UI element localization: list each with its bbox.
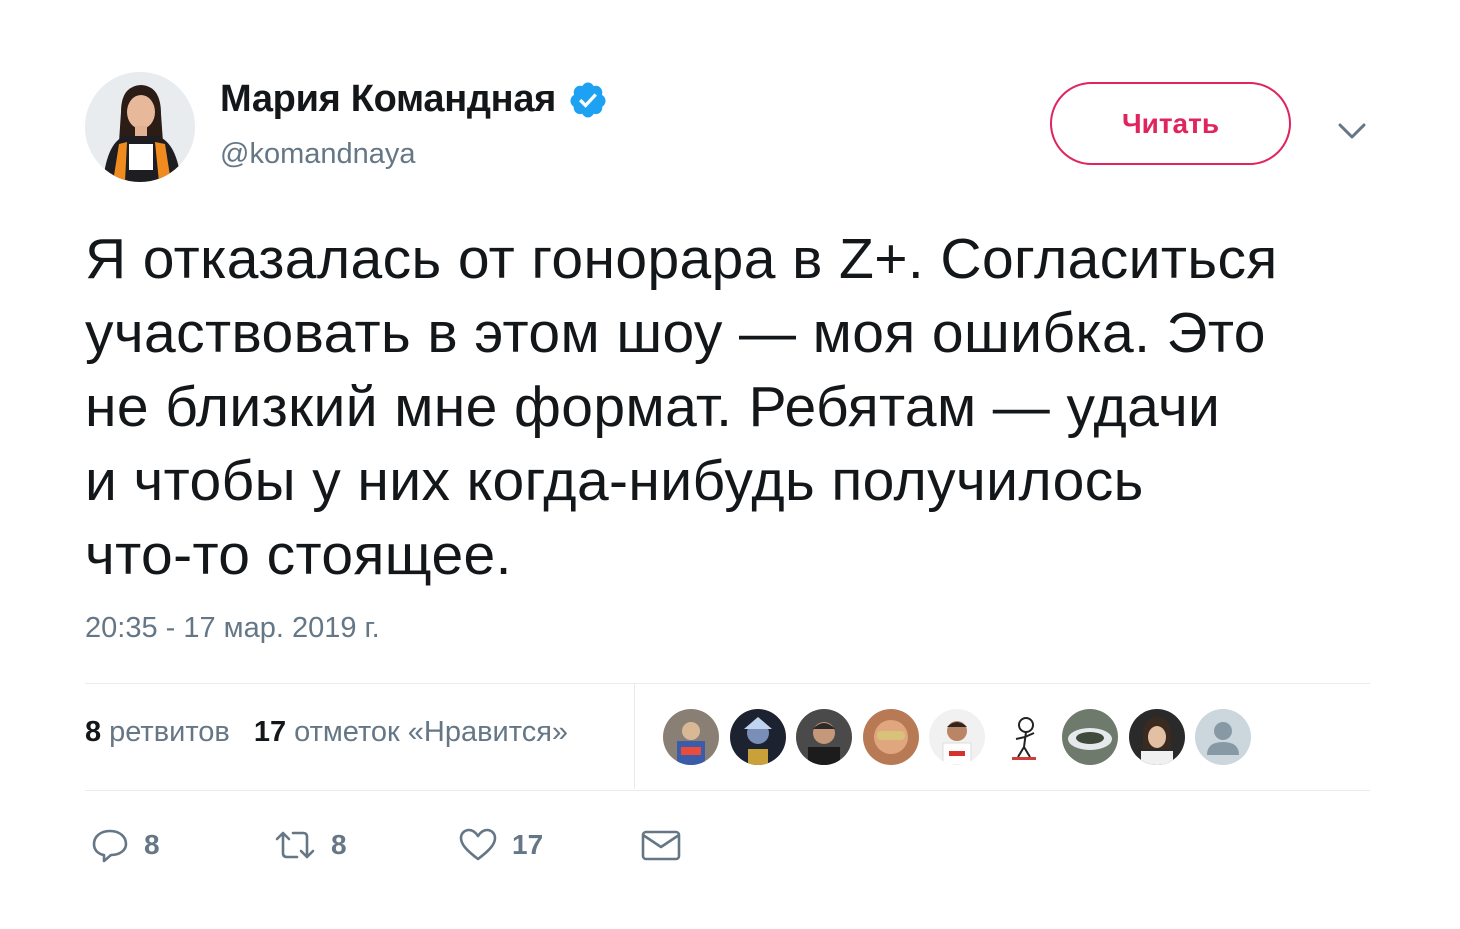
- liker-avatar[interactable]: [663, 709, 719, 765]
- stats-vertical-divider: [634, 683, 635, 789]
- chevron-down-icon[interactable]: [1334, 113, 1370, 149]
- display-name[interactable]: Мария Командная: [220, 78, 556, 121]
- tweet-line: Я отказалась от гонорара в Z+. Согласить…: [85, 227, 1278, 291]
- author-avatar[interactable]: [85, 72, 195, 182]
- reply-count: 8: [144, 829, 160, 860]
- liker-avatar[interactable]: [995, 709, 1052, 765]
- tweet-line: участвовать в этом шоу — моя ошибка. Это: [85, 301, 1266, 365]
- retweets-stat[interactable]: 8 ретвитов: [85, 716, 230, 749]
- retweet-icon: [273, 825, 317, 865]
- heart-icon: [458, 825, 498, 865]
- reply-button[interactable]: 8: [90, 820, 160, 870]
- user-handle[interactable]: @komandnaya: [220, 138, 416, 171]
- tweet-line: что-то стоящее.: [85, 523, 512, 587]
- stats-top-divider: [85, 683, 1370, 684]
- liker-avatar[interactable]: [862, 709, 919, 765]
- tweet-stats: 8 ретвитов 17 отметок «Нравится»: [85, 716, 568, 749]
- liker-avatar[interactable]: [1195, 709, 1251, 765]
- like-button[interactable]: 17: [458, 820, 543, 870]
- tweet-timestamp[interactable]: 20:35 - 17 мар. 2019 г.: [85, 612, 380, 645]
- retweet-count: 8: [331, 829, 347, 860]
- reply-icon: [90, 825, 130, 865]
- likes-stat[interactable]: 17 отметок «Нравится»: [254, 716, 568, 749]
- retweets-count: 8: [85, 716, 102, 748]
- liker-avatars: [663, 709, 1262, 765]
- like-count: 17: [512, 829, 544, 860]
- liker-avatar[interactable]: [929, 709, 985, 765]
- likes-count: 17: [253, 716, 287, 748]
- liker-avatar[interactable]: [1128, 709, 1185, 765]
- likes-label: отметок «Нравится»: [294, 716, 569, 748]
- direct-message-button[interactable]: [640, 820, 682, 870]
- envelope-icon: [640, 825, 682, 865]
- liker-avatar[interactable]: [1062, 709, 1118, 765]
- stats-bottom-divider: [85, 790, 1370, 791]
- retweet-button[interactable]: 8: [273, 820, 347, 870]
- tweet-text: Я отказалась от гонорара в Z+. Согласить…: [85, 222, 1385, 592]
- liker-avatar[interactable]: [729, 709, 786, 765]
- tweet-line: и чтобы у них когда-нибудь получилось: [85, 449, 1144, 513]
- retweets-label: ретвитов: [109, 716, 230, 748]
- follow-button[interactable]: Читать: [1050, 82, 1291, 165]
- liker-avatar[interactable]: [796, 709, 852, 765]
- tweet-line: не близкий мне формат. Ребятам — удачи: [85, 375, 1221, 439]
- verified-badge-icon: [568, 80, 608, 120]
